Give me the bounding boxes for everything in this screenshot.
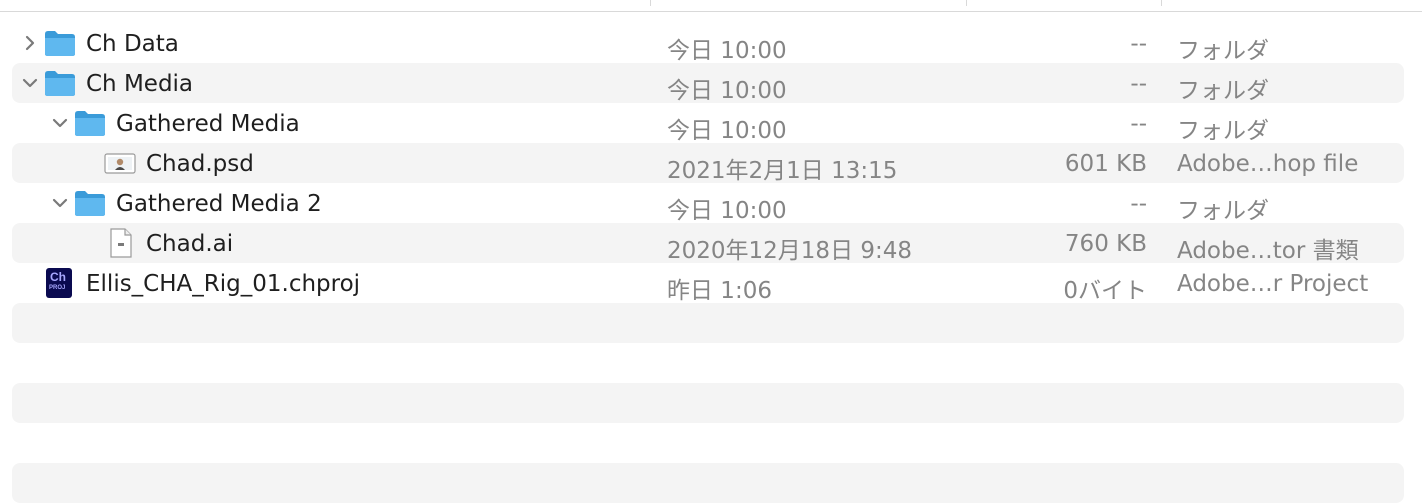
file-kind: フォルダ — [1177, 198, 1269, 224]
file-row-gathered-media[interactable]: Gathered Media 今日 10:00 -- フォルダ — [12, 103, 1404, 144]
file-kind: Adobe…r Project — [1177, 271, 1369, 297]
file-kind: Adobe…tor 書類 — [1177, 238, 1359, 264]
column-divider[interactable] — [1161, 0, 1162, 6]
disclosure-expanded-icon[interactable] — [50, 193, 70, 213]
file-name: Gathered Media 2 — [116, 191, 322, 217]
file-size: -- — [1130, 71, 1147, 97]
folder-icon — [74, 188, 106, 218]
column-header-area — [0, 0, 1422, 12]
date-modified: 2020年12月18日 9:48 — [667, 238, 913, 264]
file-name: Chad.psd — [146, 151, 254, 177]
disclosure-expanded-icon[interactable] — [50, 113, 70, 133]
date-modified: 今日 10:00 — [667, 38, 787, 64]
date-modified: 2021年2月1日 13:15 — [667, 158, 898, 184]
file-size: 601 KB — [1064, 151, 1147, 177]
empty-row — [12, 343, 1404, 383]
chproj-icon-label: Ch — [50, 270, 66, 284]
file-kind: フォルダ — [1177, 38, 1269, 64]
folder-icon — [44, 28, 76, 58]
disclosure-collapsed-icon[interactable] — [20, 33, 40, 53]
file-row-chproj[interactable]: Ch PROJ Ellis_CHA_Rig_01.chproj 昨日 1:06 … — [12, 263, 1404, 304]
date-modified: 昨日 1:06 — [667, 278, 772, 304]
file-kind: フォルダ — [1177, 118, 1269, 144]
file-size: 760 KB — [1064, 231, 1147, 257]
empty-row — [12, 383, 1404, 423]
column-divider[interactable] — [966, 0, 967, 6]
file-row-gathered-media-2[interactable]: Gathered Media 2 今日 10:00 -- フォルダ — [12, 183, 1404, 224]
file-size: -- — [1130, 111, 1147, 137]
folder-icon — [44, 68, 76, 98]
ai-file-icon — [104, 228, 136, 258]
file-size: -- — [1130, 191, 1147, 217]
date-modified: 今日 10:00 — [667, 198, 787, 224]
folder-icon — [74, 108, 106, 138]
empty-row — [12, 303, 1404, 343]
chproj-icon-sublabel: PROJ — [49, 285, 66, 291]
file-name: Ch Media — [86, 71, 194, 97]
date-modified: 今日 10:00 — [667, 78, 787, 104]
psd-file-icon — [104, 148, 136, 178]
empty-row — [12, 423, 1404, 463]
file-name: Gathered Media — [116, 111, 300, 137]
column-divider[interactable] — [650, 0, 651, 6]
file-kind: Adobe…hop file — [1177, 151, 1359, 177]
file-row-chad-psd[interactable]: Chad.psd 2021年2月1日 13:15 601 KB Adobe…ho… — [12, 143, 1404, 184]
empty-row — [12, 463, 1404, 503]
file-size: 0バイト — [1063, 278, 1147, 304]
file-name: Ch Data — [86, 31, 179, 57]
file-kind: フォルダ — [1177, 78, 1269, 104]
file-row-chad-ai[interactable]: Chad.ai 2020年12月18日 9:48 760 KB Adobe…to… — [12, 223, 1404, 264]
file-name: Chad.ai — [146, 231, 234, 257]
file-size: -- — [1130, 31, 1147, 57]
file-row-ch-data[interactable]: Ch Data 今日 10:00 -- フォルダ — [12, 23, 1404, 64]
file-name: Ellis_CHA_Rig_01.chproj — [86, 271, 361, 297]
chproj-file-icon: Ch PROJ — [46, 268, 72, 298]
disclosure-expanded-icon[interactable] — [20, 73, 40, 93]
date-modified: 今日 10:00 — [667, 118, 787, 144]
file-row-ch-media[interactable]: Ch Media 今日 10:00 -- フォルダ — [12, 63, 1404, 104]
